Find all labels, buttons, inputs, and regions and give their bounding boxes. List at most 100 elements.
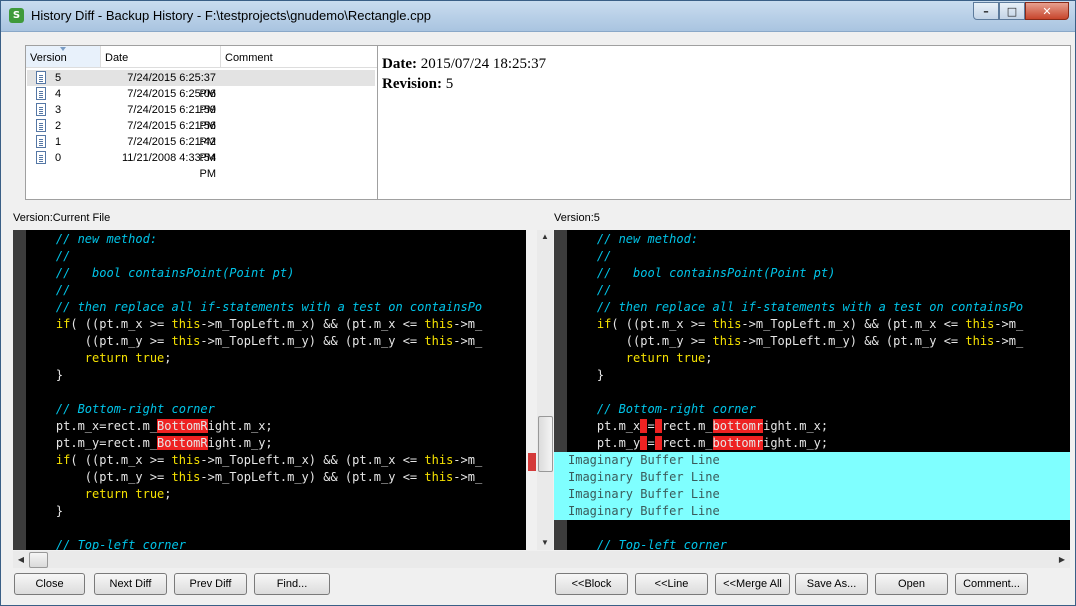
code-text: ->m_ [994, 334, 1024, 348]
scroll-up-icon[interactable]: ▲ [537, 230, 553, 244]
horizontal-scroll-thumb[interactable] [29, 552, 48, 568]
code-text: ; [164, 351, 172, 365]
code-line: // [568, 282, 1070, 299]
vertical-scroll-thumb[interactable] [538, 416, 553, 472]
code-keyword: this [424, 470, 454, 484]
code-keyword: return true [625, 351, 706, 365]
copy-block-button[interactable]: <<Block [555, 573, 628, 595]
scroll-right-icon[interactable]: ▶ [1054, 551, 1070, 568]
code-line: Imaginary Buffer Line [554, 486, 1070, 503]
code-line: // then replace all if-statements with a… [568, 299, 1070, 316]
find-button[interactable]: Find... [254, 573, 330, 595]
diff-highlight [654, 436, 662, 450]
left-code-pane[interactable]: // new method: // // bool containsPoint(… [13, 230, 526, 550]
code-line: if( ((pt.m_x >= this->m_TopLeft.m_x) && … [568, 316, 1070, 333]
code-keyword: this [171, 334, 201, 348]
next-diff-button[interactable]: Next Diff [94, 573, 167, 595]
column-header-comment[interactable]: Comment [221, 46, 377, 68]
code-line: Imaginary Buffer Line [554, 452, 1070, 469]
buffer-line-text: Imaginary Buffer Line [568, 504, 720, 518]
version-row[interactable]: 3 7/24/2015 6:21:59 PM [27, 102, 375, 132]
close-button[interactable]: Close [14, 573, 85, 595]
code-text: pt.m_y=rect.m_ [27, 436, 158, 450]
buffer-line-text: Imaginary Buffer Line [568, 487, 720, 501]
code-comment: // [27, 249, 71, 263]
scroll-down-icon[interactable]: ▼ [537, 536, 553, 550]
code-text: ->m_ [453, 334, 483, 348]
code-comment: // Bottom-right corner [568, 402, 756, 416]
code-keyword: this [424, 334, 454, 348]
column-header-date[interactable]: Date [101, 46, 221, 68]
version-row[interactable]: 0 11/21/2008 4:33:54 PM [27, 150, 375, 180]
code-text: ((pt.m_y >= [568, 334, 713, 348]
code-keyword: return true [84, 351, 165, 365]
code-line: } [27, 367, 526, 384]
code-keyword: this [712, 317, 742, 331]
right-code-pane[interactable]: // new method: // // bool containsPoint(… [554, 230, 1070, 550]
copy-line-button[interactable]: <<Line [635, 573, 708, 595]
diff-marker [528, 453, 536, 471]
horizontal-scrollbar[interactable]: ◀ ▶ [13, 551, 1070, 568]
version-list[interactable]: Version Date Comment 5 7/24/2015 6:25:37 … [26, 46, 378, 199]
top-panel: Version Date Comment 5 7/24/2015 6:25:37 … [25, 45, 1071, 200]
code-text: ->m_TopLeft.m_x) && (pt.m_x <= [741, 317, 966, 331]
version-number: 0 [55, 152, 62, 164]
merge-all-button[interactable]: <<Merge All [715, 573, 790, 595]
code-keyword: if [55, 453, 71, 467]
version-row[interactable]: 5 7/24/2015 6:25:37 PM [27, 70, 375, 100]
document-icon [36, 87, 46, 100]
code-line: // Top-left corner [27, 537, 526, 550]
code-line: ((pt.m_y >= this->m_TopLeft.m_y) && (pt.… [27, 333, 526, 350]
code-keyword: this [171, 317, 201, 331]
code-text: } [27, 368, 64, 382]
code-text: } [27, 504, 64, 518]
code-line: return true; [27, 350, 526, 367]
left-pane-label: Version:Current File [13, 212, 111, 224]
left-gutter [13, 230, 26, 550]
app-icon: S [9, 8, 24, 23]
document-icon [36, 71, 46, 84]
version-number: 1 [55, 136, 62, 148]
version-number: 4 [55, 88, 62, 100]
column-header-version[interactable]: Version [26, 46, 101, 68]
code-keyword: this [171, 470, 201, 484]
version-row[interactable]: 2 7/24/2015 6:21:56 PM [27, 118, 375, 148]
open-button[interactable]: Open [875, 573, 948, 595]
comment-button[interactable]: Comment... [955, 573, 1028, 595]
code-comment: // Bottom-right corner [27, 402, 215, 416]
minimize-button[interactable]: – [973, 2, 999, 20]
prev-diff-button[interactable]: Prev Diff [174, 573, 247, 595]
buffer-line-text: Imaginary Buffer Line [568, 470, 720, 484]
code-line: // [27, 248, 526, 265]
code-line: // [568, 248, 1070, 265]
code-comment: // [568, 249, 612, 263]
left-code-lines: // new method: // // bool containsPoint(… [27, 231, 526, 550]
code-keyword: if [596, 317, 612, 331]
version-row[interactable]: 4 7/24/2015 6:25:06 PM [27, 86, 375, 116]
code-text: } [568, 368, 605, 382]
code-comment: // new method: [568, 232, 699, 246]
code-keyword: this [965, 317, 995, 331]
code-comment: // bool containsPoint(Point pt) [27, 266, 295, 280]
code-text: ; [705, 351, 713, 365]
document-icon [36, 103, 46, 116]
save-as-button[interactable]: Save As... [795, 573, 868, 595]
code-comment: // Top-left corner [568, 538, 727, 550]
code-keyword: this [424, 453, 454, 467]
code-text: ((pt.m_y >= [27, 470, 172, 484]
vertical-scrollbar[interactable]: ▲ ▼ [537, 230, 553, 550]
title-bar: S History Diff - Backup History - F:\tes… [1, 1, 1075, 32]
scroll-left-icon[interactable]: ◀ [13, 551, 29, 568]
document-icon [36, 151, 46, 164]
right-pane-label: Version:5 [554, 212, 600, 224]
maximize-button[interactable]: □ [999, 2, 1025, 20]
code-line: pt.m_y = rect.m_bottomright.m_y; [568, 435, 1070, 452]
code-line: return true; [27, 486, 526, 503]
document-icon [36, 135, 46, 148]
close-window-button[interactable]: ✕ [1025, 2, 1069, 20]
version-row[interactable]: 1 7/24/2015 6:21:42 PM [27, 134, 375, 164]
